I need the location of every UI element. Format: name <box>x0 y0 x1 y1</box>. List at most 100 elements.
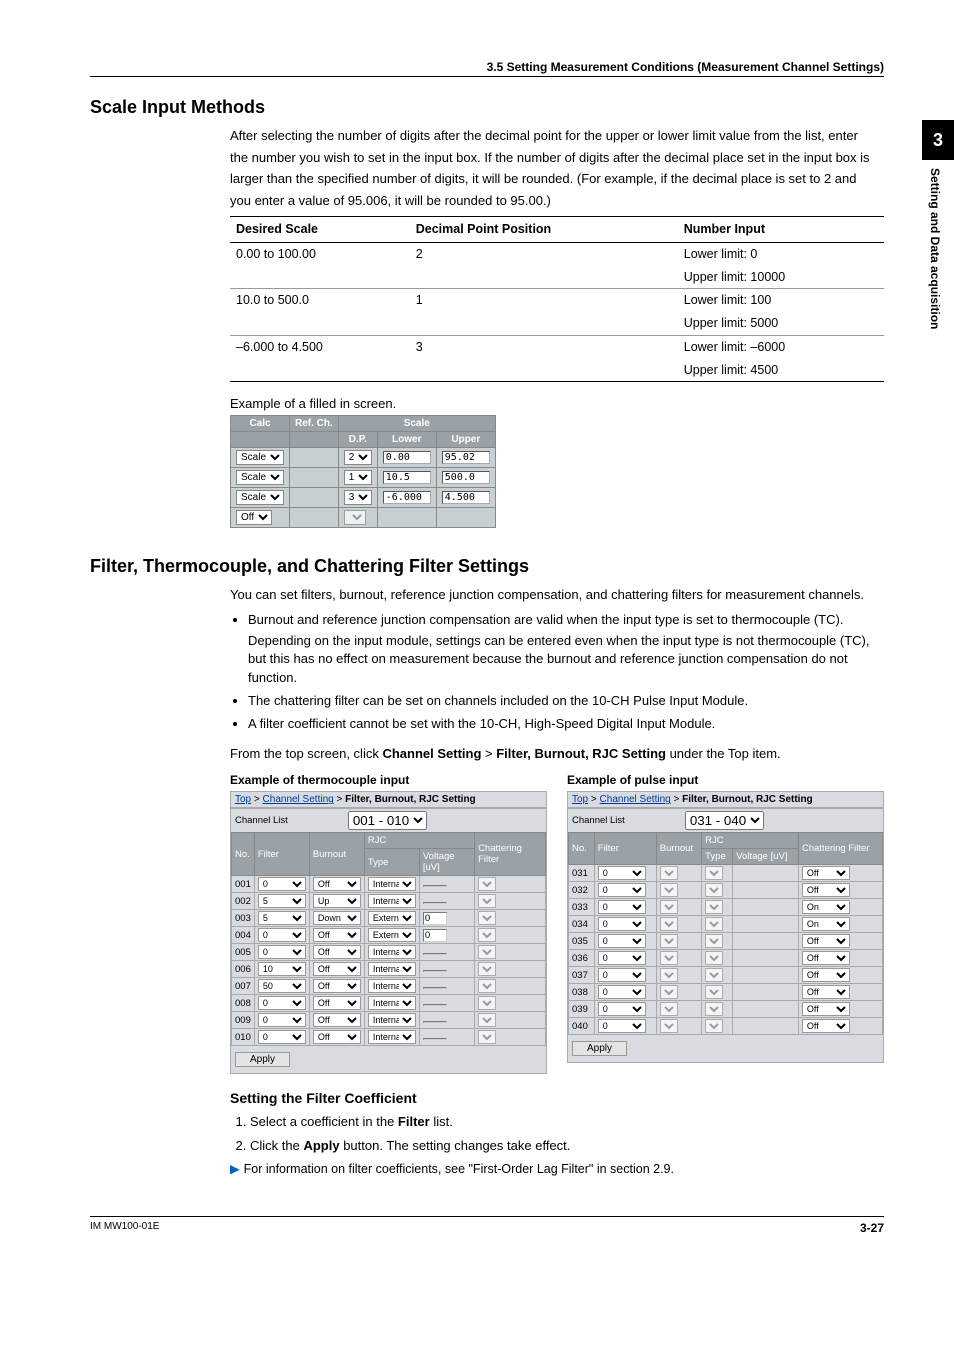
voltage-input[interactable] <box>423 1004 447 1006</box>
chat-select <box>478 877 496 891</box>
calc-select[interactable]: Scale <box>236 470 284 485</box>
upper-input[interactable]: 500.0 <box>442 471 490 484</box>
table-row: 0390Off <box>569 1001 883 1018</box>
chat-select[interactable]: Off <box>802 883 850 897</box>
rjc-type-select[interactable]: Internal <box>368 962 416 976</box>
burnout-select[interactable]: Off <box>313 996 361 1010</box>
breadcrumb-top[interactable]: Top <box>572 794 588 805</box>
filter-select[interactable]: 0 <box>258 877 306 891</box>
rjc-type-select[interactable]: Internal <box>368 996 416 1010</box>
filter-select[interactable]: 50 <box>258 979 306 993</box>
rjc-type-select <box>705 934 723 948</box>
lower-input[interactable]: -6.000 <box>383 491 431 504</box>
filter-select[interactable]: 0 <box>598 900 646 914</box>
calc-select[interactable]: Off <box>236 510 272 525</box>
apply-button[interactable]: Apply <box>572 1041 627 1056</box>
filter-select[interactable]: 0 <box>598 968 646 982</box>
chat-select[interactable]: Off <box>802 866 850 880</box>
burnout-select[interactable]: Down <box>313 911 361 925</box>
list-item: The chattering filter can be set on chan… <box>248 692 884 711</box>
steps-list: Select a coefficient in the Filter list.… <box>230 1112 884 1155</box>
filter-select[interactable]: 0 <box>598 951 646 965</box>
burnout-select[interactable]: Off <box>313 928 361 942</box>
chat-select[interactable]: Off <box>802 985 850 999</box>
dp-select[interactable]: 2 <box>344 450 372 465</box>
filter-select[interactable]: 0 <box>598 1019 646 1033</box>
chat-select <box>478 962 496 976</box>
chat-select[interactable]: Off <box>802 968 850 982</box>
filter-select[interactable]: 0 <box>258 1013 306 1027</box>
page-footer: IM MW100-01E 3-27 <box>90 1216 884 1235</box>
filter-select[interactable]: 0 <box>598 1002 646 1016</box>
filter-select[interactable]: 5 <box>258 894 306 908</box>
breadcrumb-channel[interactable]: Channel Setting <box>600 794 671 805</box>
filter-select[interactable]: 5 <box>258 911 306 925</box>
channel-range-select[interactable]: 001 - 010 <box>348 811 427 830</box>
lower-input[interactable]: 0.00 <box>383 451 431 464</box>
voltage-input[interactable] <box>423 1021 447 1023</box>
filter-select[interactable]: 0 <box>598 985 646 999</box>
table-row: Scale 1 10.5 500.0 <box>231 468 496 488</box>
burnout-select[interactable]: Up <box>313 894 361 908</box>
table-row: 0025UpInternal <box>232 893 546 910</box>
filter-select[interactable]: 0 <box>258 945 306 959</box>
burnout-select[interactable]: Off <box>313 877 361 891</box>
chat-select[interactable]: Off <box>802 934 850 948</box>
chat-select <box>478 979 496 993</box>
pulse-channel-table: No. Filter Burnout RJC Chattering Filter… <box>568 832 883 1035</box>
voltage-input[interactable] <box>423 953 447 955</box>
dp-select[interactable]: 3 <box>344 490 372 505</box>
table-row: Upper limit: 5000 <box>230 312 884 335</box>
rjc-type-select <box>705 883 723 897</box>
breadcrumb-channel[interactable]: Channel Setting <box>263 794 334 805</box>
burnout-select[interactable]: Off <box>313 962 361 976</box>
voltage-input[interactable] <box>423 1038 447 1040</box>
chat-select[interactable]: On <box>802 917 850 931</box>
voltage-input[interactable] <box>423 970 447 972</box>
rjc-type-select[interactable]: Internal <box>368 979 416 993</box>
upper-input[interactable]: 4.500 <box>442 491 490 504</box>
filter-select[interactable]: 0 <box>258 928 306 942</box>
chat-select[interactable]: Off <box>802 1019 850 1033</box>
list-item: Burnout and reference junction compensat… <box>248 611 884 688</box>
table-row: Scale 2 0.00 95.02 <box>231 448 496 468</box>
voltage-input[interactable]: 0 <box>423 929 447 942</box>
filter-select[interactable]: 0 <box>598 917 646 931</box>
burnout-select[interactable]: Off <box>313 945 361 959</box>
apply-button[interactable]: Apply <box>235 1052 290 1067</box>
rjc-type-select[interactable]: Internal <box>368 945 416 959</box>
burnout-select[interactable]: Off <box>313 1013 361 1027</box>
voltage-input[interactable] <box>423 885 447 887</box>
heading-filter-coef: Setting the Filter Coefficient <box>230 1090 884 1106</box>
chat-select[interactable]: On <box>802 900 850 914</box>
upper-input[interactable]: 95.02 <box>442 451 490 464</box>
filter-select[interactable]: 0 <box>598 883 646 897</box>
channel-range-select[interactable]: 031 - 040 <box>685 811 764 830</box>
rjc-type-select[interactable]: Internal <box>368 1030 416 1044</box>
burnout-select[interactable]: Off <box>313 1030 361 1044</box>
burnout-select[interactable]: Off <box>313 979 361 993</box>
voltage-input[interactable] <box>423 987 447 989</box>
chat-select <box>478 911 496 925</box>
filter-select[interactable]: 0 <box>598 934 646 948</box>
lower-input[interactable]: 10.5 <box>383 471 431 484</box>
rjc-type-select[interactable]: External <box>368 928 416 942</box>
chat-select[interactable]: Off <box>802 951 850 965</box>
voltage-input[interactable]: 0 <box>423 912 447 925</box>
rjc-type-select <box>705 968 723 982</box>
calc-select[interactable]: Scale <box>236 490 284 505</box>
dp-select[interactable]: 1 <box>344 470 372 485</box>
rjc-type-select[interactable]: Internal <box>368 877 416 891</box>
rjc-type-select[interactable]: Internal <box>368 1013 416 1027</box>
calc-select[interactable]: Scale <box>236 450 284 465</box>
voltage-input[interactable] <box>423 902 447 904</box>
chat-select[interactable]: Off <box>802 1002 850 1016</box>
burnout-select <box>660 1019 678 1033</box>
filter-select[interactable]: 0 <box>598 866 646 880</box>
rjc-type-select[interactable]: External <box>368 911 416 925</box>
breadcrumb-top[interactable]: Top <box>235 794 251 805</box>
filter-select[interactable]: 10 <box>258 962 306 976</box>
filter-select[interactable]: 0 <box>258 996 306 1010</box>
rjc-type-select[interactable]: Internal <box>368 894 416 908</box>
filter-select[interactable]: 0 <box>258 1030 306 1044</box>
